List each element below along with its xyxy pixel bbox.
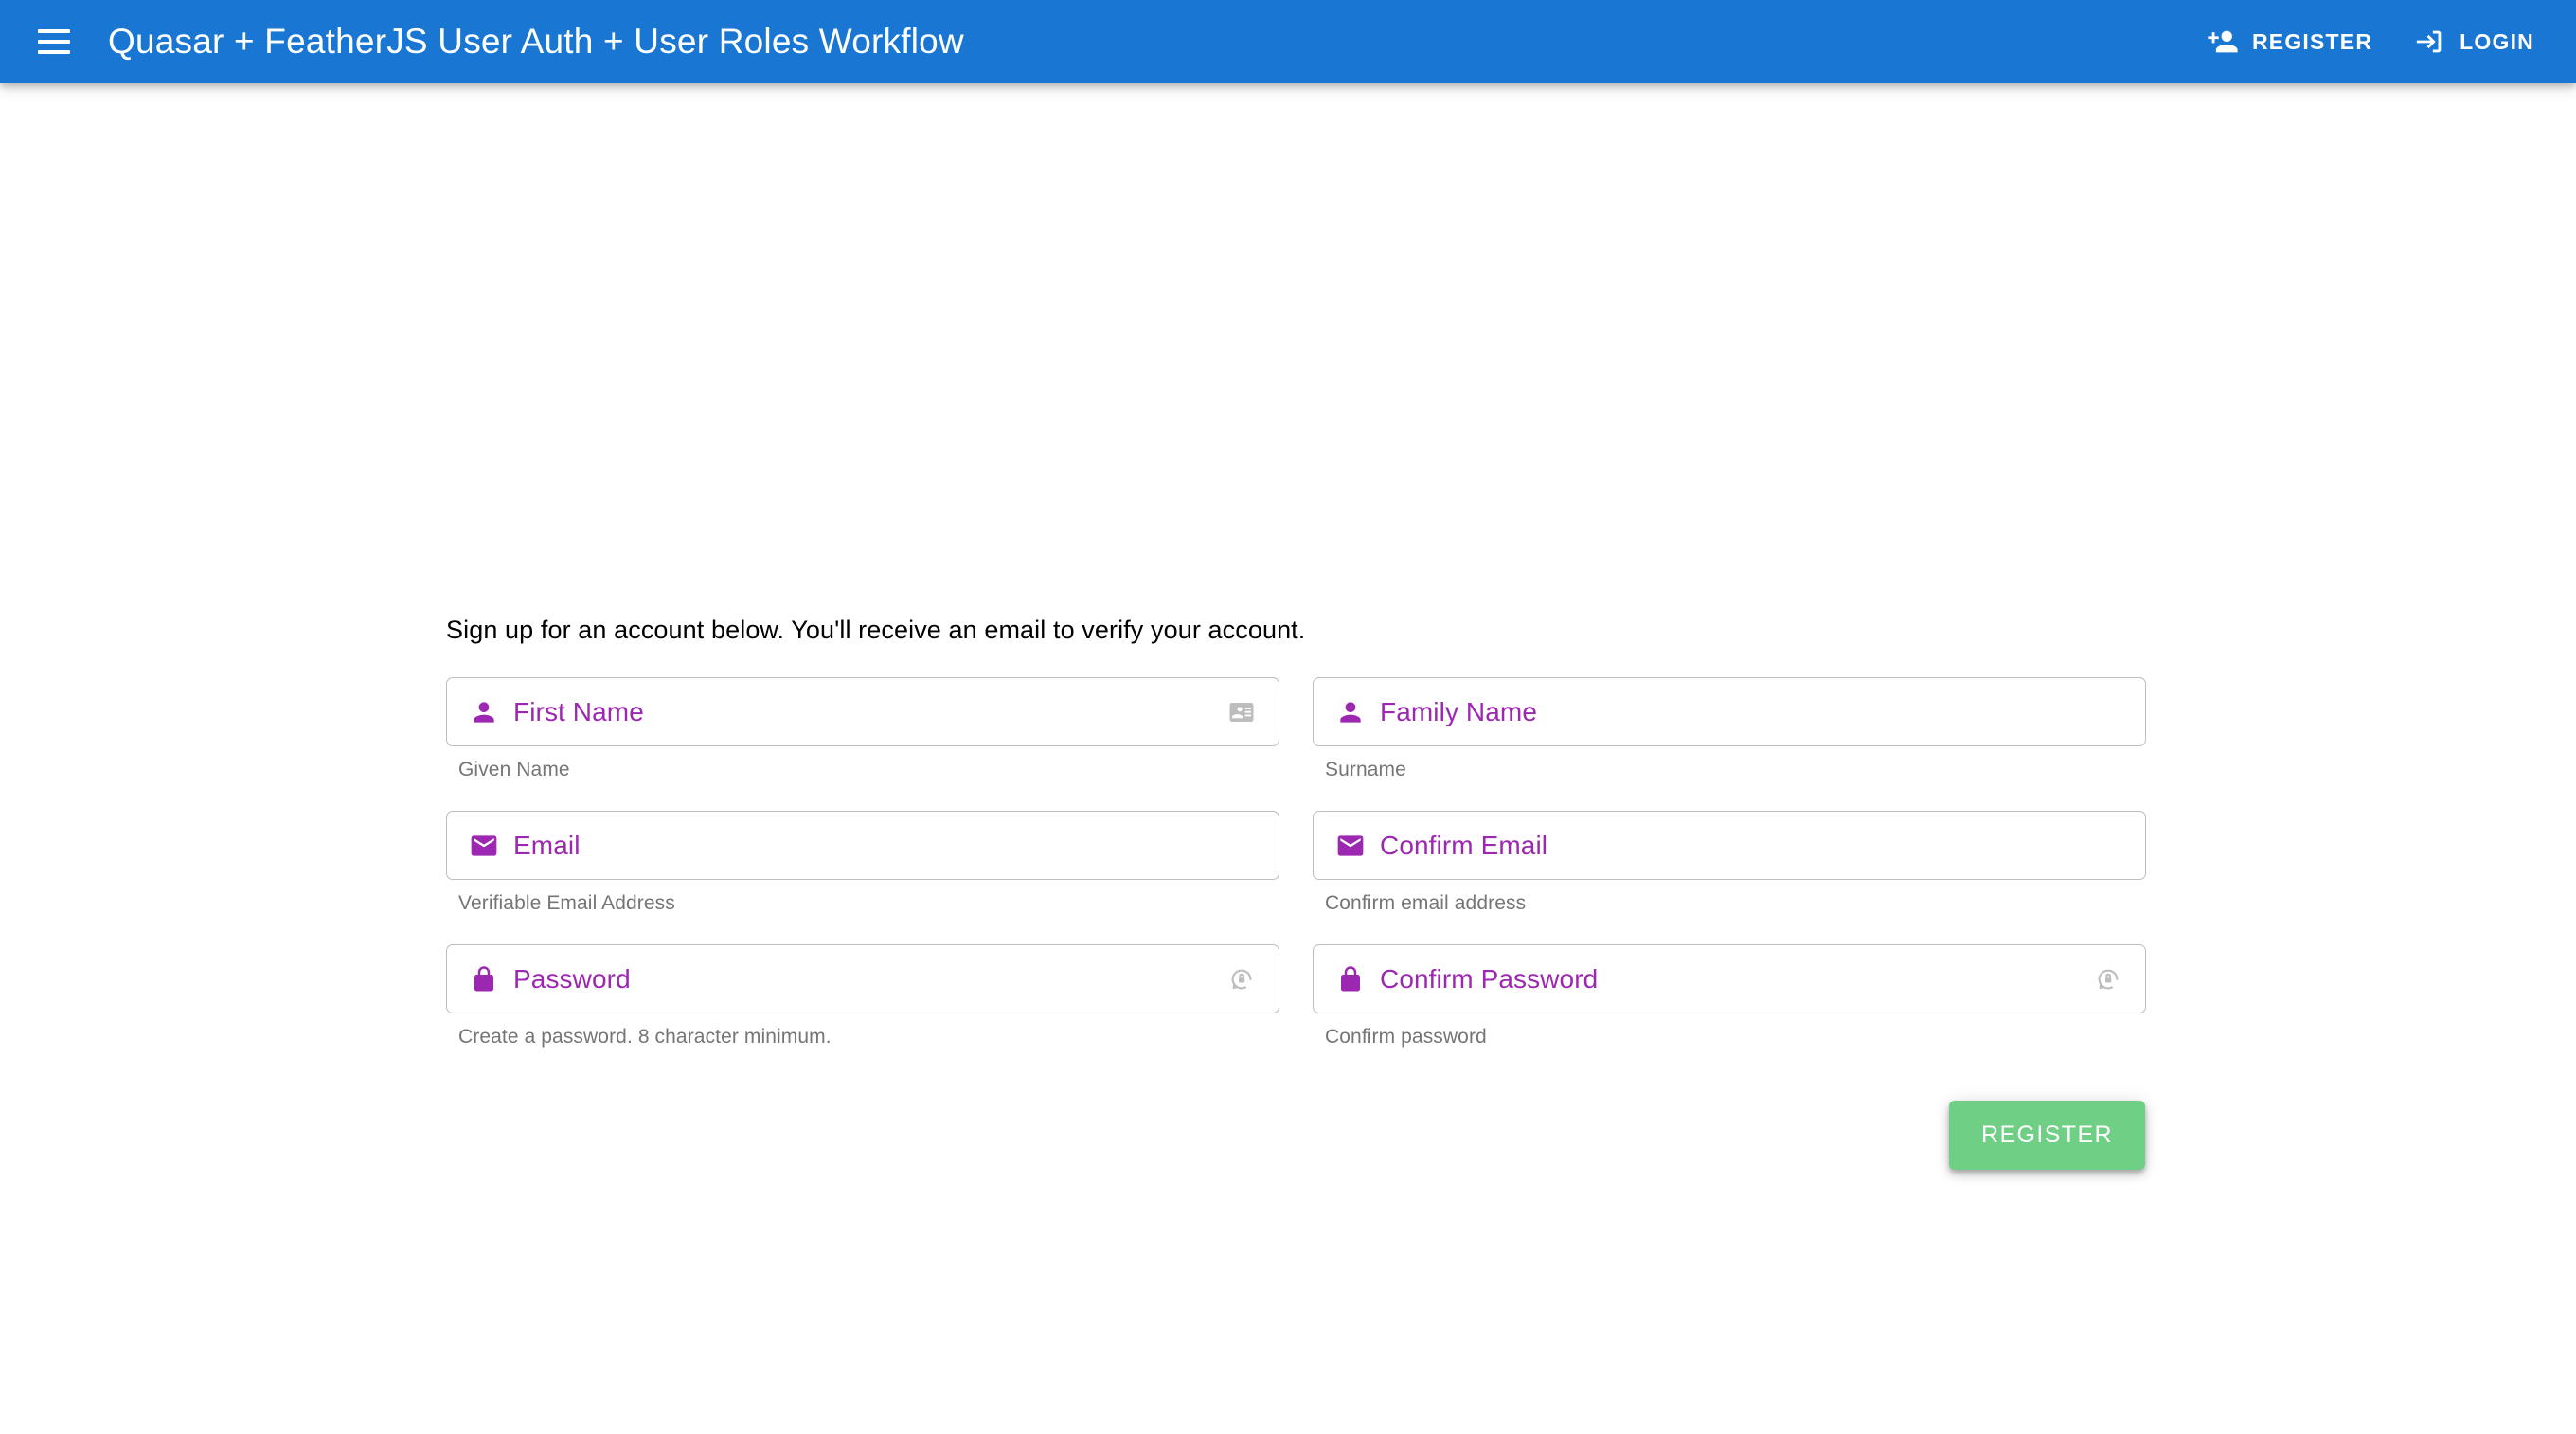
field-confirm-password: Confirm Password Confirm password (1313, 944, 2146, 1078)
confirm-password-input[interactable]: Confirm Password (1313, 944, 2146, 1013)
first-name-input[interactable]: First Name (446, 677, 1279, 746)
register-submit-button[interactable]: REGISTER (1949, 1101, 2145, 1170)
field-first-name: First Name Given Name (446, 677, 1279, 811)
password-hint: Create a password. 8 character minimum. (446, 1026, 1279, 1049)
field-family-name: Family Name Surname (1313, 677, 2146, 811)
envelope-icon (1334, 830, 1367, 862)
person-add-icon (2207, 26, 2239, 58)
confirm-email-hint: Confirm email address (1313, 892, 2146, 915)
toolbar-login-label: LOGIN (2460, 29, 2534, 55)
login-arrow-icon (2414, 26, 2446, 58)
lock-reset-icon[interactable] (1225, 963, 1258, 995)
form-intro-text: Sign up for an account below. You'll rec… (446, 614, 2146, 647)
field-email: Email Verifiable Email Address (446, 811, 1279, 944)
toolbar-login-button[interactable]: LOGIN (2393, 12, 2555, 71)
form-fields-grid: First Name Given Name (446, 677, 2146, 1078)
confirm-email-label: Confirm Email (1380, 831, 2124, 861)
form-actions: REGISTER (446, 1101, 2146, 1170)
email-label: Email (513, 831, 1258, 861)
page-title: Quasar + FeatherJS User Auth + User Role… (108, 22, 964, 62)
toolbar-register-button[interactable]: REGISTER (2186, 12, 2393, 71)
confirm-password-label: Confirm Password (1380, 964, 2092, 995)
person-icon (468, 696, 500, 728)
confirm-password-hint: Confirm password (1313, 1026, 2146, 1049)
email-hint: Verifiable Email Address (446, 892, 1279, 915)
registration-form: Sign up for an account below. You'll rec… (446, 614, 2146, 1170)
contact-card-icon[interactable] (1225, 696, 1258, 728)
first-name-hint: Given Name (446, 759, 1279, 781)
field-confirm-email: Confirm Email Confirm email address (1313, 811, 2146, 944)
lock-icon (468, 963, 500, 995)
password-input[interactable]: Password (446, 944, 1279, 1013)
family-name-input[interactable]: Family Name (1313, 677, 2146, 746)
confirm-email-input[interactable]: Confirm Email (1313, 811, 2146, 880)
email-input[interactable]: Email (446, 811, 1279, 880)
first-name-label: First Name (513, 697, 1225, 727)
app-toolbar: Quasar + FeatherJS User Auth + User Role… (0, 0, 2576, 83)
lock-icon (1334, 963, 1367, 995)
hamburger-menu-icon (38, 29, 70, 54)
field-password: Password Create a password. 8 character … (446, 944, 1279, 1078)
toolbar-register-label: REGISTER (2252, 29, 2372, 55)
page-container: Sign up for an account below. You'll rec… (0, 83, 2576, 1434)
family-name-label: Family Name (1380, 697, 2124, 727)
lock-reset-icon[interactable] (2092, 963, 2124, 995)
password-label: Password (513, 964, 1225, 995)
family-name-hint: Surname (1313, 759, 2146, 781)
hamburger-menu-button[interactable] (25, 12, 83, 71)
envelope-icon (468, 830, 500, 862)
person-icon (1334, 696, 1367, 728)
